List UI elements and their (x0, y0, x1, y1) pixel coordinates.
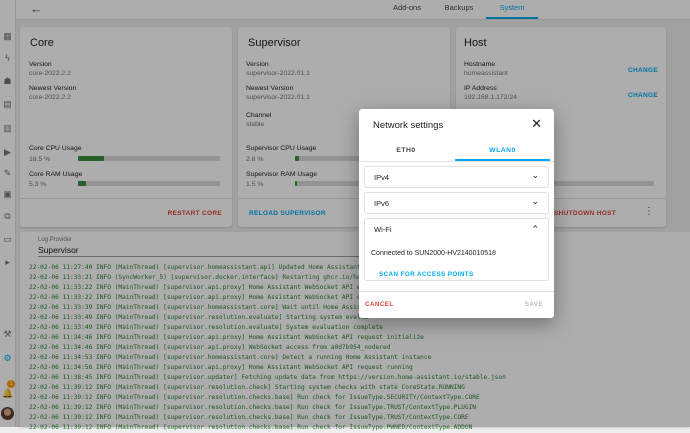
modal-scrim[interactable] (0, 0, 690, 427)
ipv6-expander[interactable]: IPv6 ⌄ (364, 192, 549, 214)
ipv4-expander[interactable]: IPv4 ⌄ (364, 166, 549, 188)
cancel-button[interactable]: CANCEL (365, 301, 394, 308)
close-icon[interactable]: ✕ (531, 117, 542, 131)
wifi-title: Wi-Fi (374, 225, 392, 234)
tab-wlan0[interactable]: WLAN0 (455, 145, 550, 161)
ipv6-title: IPv6 (374, 199, 390, 208)
chevron-down-icon: ⌄ (531, 170, 539, 180)
scan-access-points-button[interactable]: SCAN FOR ACCESS POINTS (379, 271, 474, 278)
chevron-up-icon: ⌃ (531, 224, 539, 234)
save-button[interactable]: SAVE (525, 301, 543, 308)
tabs-divider (359, 161, 554, 162)
tab-eth0[interactable]: ETH0 (364, 145, 448, 161)
network-settings-dialog: Network settings ✕ ETH0 WLAN0 IPv4 ⌄ IPv… (359, 109, 554, 318)
wifi-connection-status: Connected to SUN2000-HV2140010518 (371, 250, 496, 257)
wifi-expander[interactable]: Wi-Fi ⌃ Connected to SUN2000-HV214001051… (364, 218, 549, 281)
actions-divider (359, 291, 554, 292)
ipv4-title: IPv4 (374, 173, 390, 182)
dialog-title: Network settings (373, 120, 444, 131)
chevron-down-icon: ⌄ (531, 196, 539, 206)
